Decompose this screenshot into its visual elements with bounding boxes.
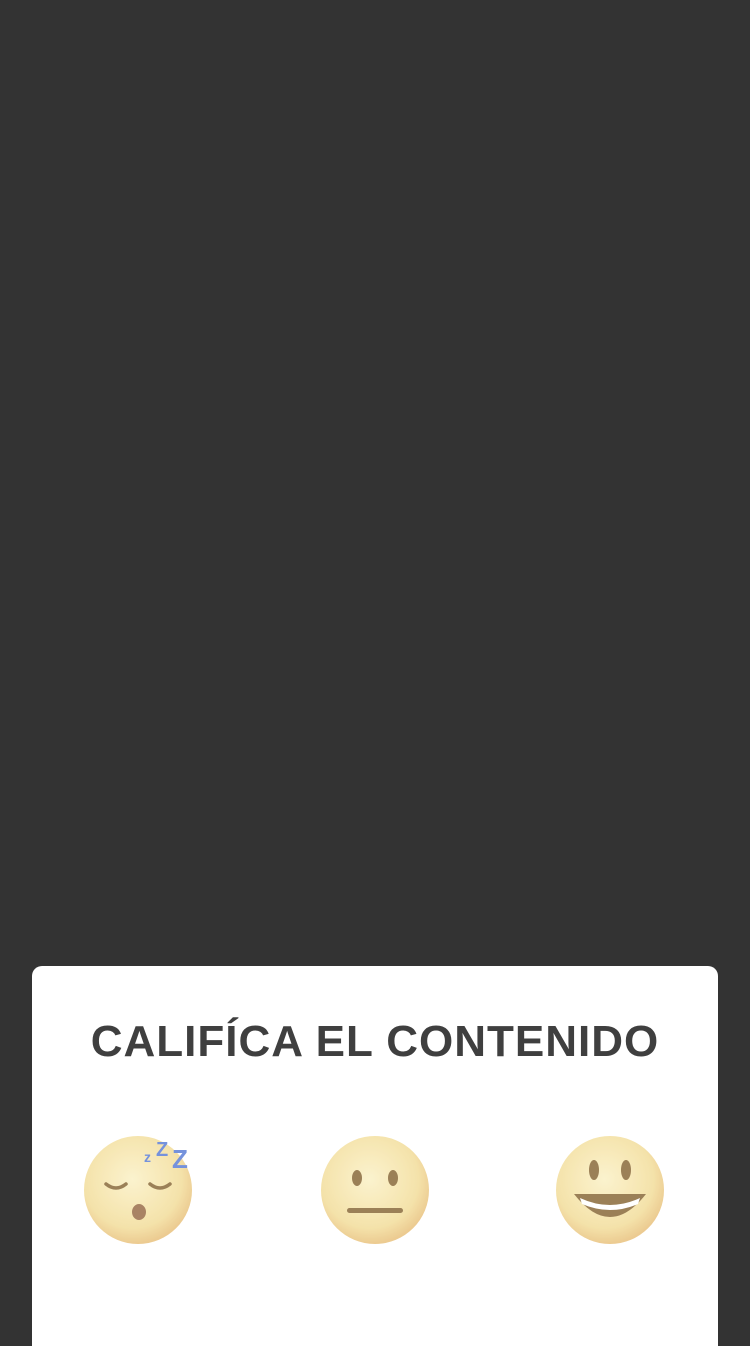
svg-text:z: z <box>144 1149 151 1165</box>
rating-options: z Z Z <box>32 1132 718 1248</box>
rating-happy-button[interactable] <box>552 1132 668 1248</box>
svg-text:Z: Z <box>156 1139 168 1161</box>
rating-sleepy-button[interactable]: z Z Z <box>82 1132 198 1248</box>
rating-sheet: CALIFÍCA EL CONTENIDO z Z Z <box>32 966 718 1346</box>
rating-title: CALIFÍCA EL CONTENIDO <box>90 1017 660 1066</box>
rating-neutral-button[interactable] <box>317 1132 433 1248</box>
svg-text:Z: Z <box>172 1144 188 1174</box>
neutral-face-icon <box>321 1136 429 1244</box>
smiling-face-icon <box>556 1136 664 1244</box>
sleepy-face-icon: z Z Z <box>84 1136 192 1244</box>
